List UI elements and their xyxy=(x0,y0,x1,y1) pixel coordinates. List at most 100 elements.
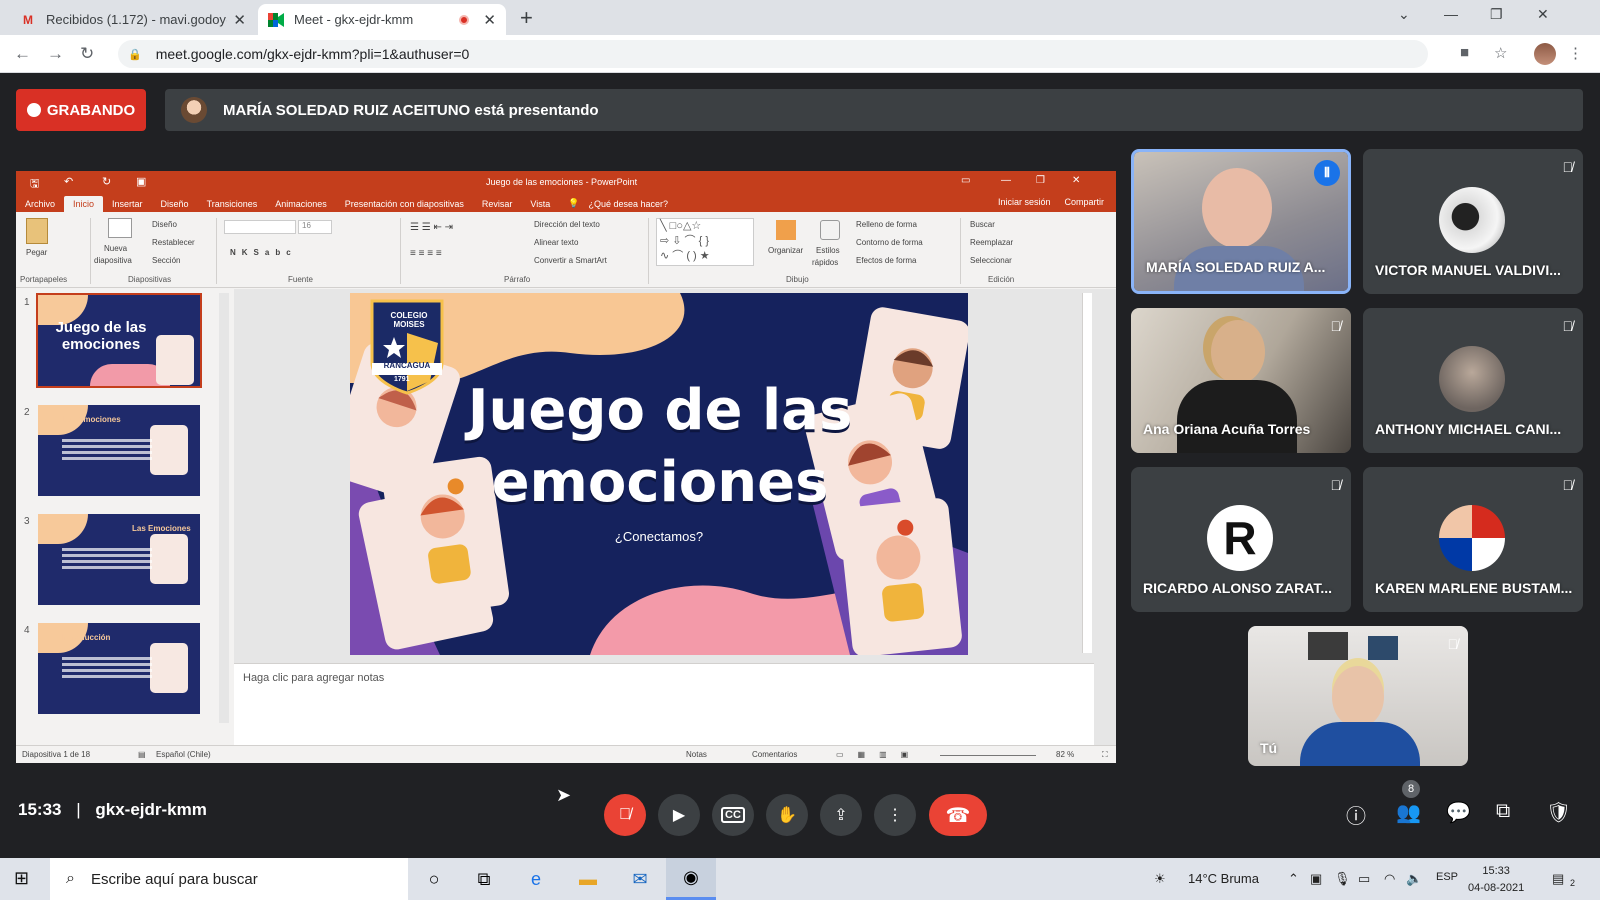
close-tab-icon[interactable]: ✕ xyxy=(483,11,496,29)
participant-face xyxy=(1211,320,1265,384)
slide-subtitle: ¿Conectamos? xyxy=(614,529,704,544)
muted-mic-icon: 🎙̸ xyxy=(619,806,631,823)
participant-tile[interactable]: 🎙̸ VICTOR MANUEL VALDIVI... xyxy=(1363,149,1583,294)
thumbnail-title: Introducción xyxy=(62,633,111,642)
chrome-icon[interactable]: ◉ xyxy=(666,858,716,900)
participant-tile[interactable]: ⦀ MARÍA SOLEDAD RUIZ A... xyxy=(1131,149,1351,294)
tray-device-icon: ▣ xyxy=(1310,871,1323,886)
url-input[interactable]: 🔒 meet.google.com/gkx-ejdr-kmm?pli=1&aut… xyxy=(118,40,1428,68)
windows-start-icon[interactable]: ⊞ xyxy=(14,868,29,889)
slide-scrollbar xyxy=(1082,293,1092,653)
self-view-tile[interactable]: 🎙̸ Tú xyxy=(1248,626,1468,766)
new-tab-button[interactable]: + xyxy=(520,5,533,31)
shared-screen-powerpoint: 🖫 ↶ ↻ ▣ Juego de las emociones - PowerPo… xyxy=(16,171,1116,763)
slide-number: 1 xyxy=(24,297,30,308)
edge-icon[interactable]: e xyxy=(522,866,550,892)
slide-number: 4 xyxy=(24,625,30,636)
menu-vista: Vista xyxy=(530,199,551,209)
wall-picture xyxy=(1308,632,1348,660)
info-icon[interactable]: ⓘ xyxy=(1346,800,1366,829)
muted-mic-icon: 🎙̸ xyxy=(1562,477,1574,493)
forward-icon[interactable]: → xyxy=(47,44,64,64)
ribbon-separator xyxy=(400,218,401,284)
speaking-indicator-icon: ⦀ xyxy=(1314,160,1340,186)
participant-tile[interactable]: 🎙̸ KAREN MARLENE BUSTAM... xyxy=(1363,467,1583,612)
mail-icon[interactable]: ✉ xyxy=(626,866,654,892)
more-options-button[interactable]: ⋮ xyxy=(874,794,916,836)
muted-mic-icon: 🎙̸ xyxy=(1447,636,1459,652)
reload-icon[interactable]: ↻ xyxy=(80,44,94,64)
address-bar-row: ← → ↻ 🔒 meet.google.com/gkx-ejdr-kmm?pli… xyxy=(0,35,1600,73)
participant-body xyxy=(1300,722,1420,766)
text-direction-label: Dirección del texto xyxy=(534,220,600,229)
people-icon[interactable]: 👥 xyxy=(1396,800,1421,825)
thumbnail-title: Las Emociones xyxy=(132,524,191,533)
activities-icon[interactable]: ⧉ xyxy=(1496,800,1510,823)
participant-avatar xyxy=(1439,187,1505,253)
select-label: Seleccionar xyxy=(970,256,1012,265)
participant-avatar: R xyxy=(1207,505,1273,571)
participant-tile[interactable]: 🎙̸ ANTHONY MICHAEL CANI... xyxy=(1363,308,1583,453)
participant-avatar xyxy=(1439,346,1505,412)
menu-kebab-icon[interactable]: ⋮ xyxy=(1568,44,1583,62)
presenter-avatar xyxy=(181,97,207,123)
recording-button[interactable]: GRABANDO xyxy=(16,89,146,131)
end-call-button[interactable]: ☎ xyxy=(929,794,987,836)
language-indicator[interactable]: ESP xyxy=(1436,871,1458,883)
menu-archivo: Archivo xyxy=(25,199,56,209)
ribbon-separator xyxy=(90,218,91,284)
tab-gmail[interactable]: M Recibidos (1.172) - mavi.godoy@ ✕ xyxy=(10,4,256,35)
group-dibujo: Dibujo xyxy=(786,275,809,284)
undo-icon: ↶ xyxy=(64,176,74,188)
meet-stage: GRABANDO MARÍA SOLEDAD RUIZ ACEITUNO est… xyxy=(0,73,1600,858)
host-controls-icon[interactable]: 🛡 xyxy=(1546,800,1571,825)
close-window-button[interactable]: ✕ xyxy=(1537,6,1549,23)
close-tab-icon[interactable]: ✕ xyxy=(233,11,246,29)
maximize-button[interactable]: ❐ xyxy=(1490,6,1503,23)
cortana-icon[interactable]: ○ xyxy=(420,866,448,892)
notification-count: 2 xyxy=(1570,878,1576,888)
task-view-icon[interactable]: ⧉ xyxy=(470,866,498,892)
participant-tile[interactable]: R 🎙̸ RICARDO ALONSO ZARAT... xyxy=(1131,467,1351,612)
bullets-icon: ☰ ☰ ⇤ ⇥ xyxy=(410,222,454,233)
ppt-ribbon: Pegar Portapapeles Nueva diapositiva Dis… xyxy=(16,212,1116,288)
taskbar-clock[interactable]: 15:33 04-08-2021 xyxy=(1468,863,1524,897)
file-explorer-icon[interactable]: ▬ xyxy=(574,866,602,892)
tab-search-icon[interactable]: ⌄ xyxy=(1398,6,1410,23)
bookmark-star-icon[interactable]: ☆ xyxy=(1494,44,1507,62)
ribbon-separator xyxy=(960,218,961,284)
layout-label: Diseño xyxy=(152,220,177,229)
tray-mic-icon: 🎙 xyxy=(1334,871,1351,886)
chat-icon[interactable]: 💬 xyxy=(1446,800,1471,825)
notes-placeholder: Haga clic para agregar notas xyxy=(243,672,385,684)
present-button[interactable]: ⇪ xyxy=(820,794,862,836)
notifications-icon[interactable]: ▤ xyxy=(1552,871,1564,887)
volume-icon: 🔈 xyxy=(1406,871,1423,886)
group-edicion: Edición xyxy=(988,275,1015,284)
participant-face xyxy=(1202,168,1272,248)
back-icon[interactable]: ← xyxy=(14,44,31,64)
minimize-button[interactable]: — xyxy=(1444,6,1458,22)
muted-mic-icon: 🎙̸ xyxy=(1562,318,1574,334)
fit-slide-icon: ⛶ xyxy=(1102,750,1108,759)
profile-avatar[interactable] xyxy=(1534,43,1556,65)
captions-button[interactable]: CC xyxy=(712,794,754,836)
start-slideshow-icon: ▣ xyxy=(136,176,147,188)
zoom-slider xyxy=(940,755,1036,756)
camera-icon[interactable]: ■ xyxy=(1460,44,1469,61)
tray-chevron-icon[interactable]: ⌃ xyxy=(1288,871,1299,887)
participant-tile[interactable]: 🎙̸ Ana Oriana Acuña Torres xyxy=(1131,308,1351,453)
thumbnail-title: Juego de las emociones xyxy=(55,319,147,353)
mic-toggle-button[interactable]: 🎙̸ xyxy=(604,794,646,836)
styles-label-2: rápidos xyxy=(812,258,839,267)
participant-name: Ana Oriana Acuña Torres xyxy=(1143,421,1311,437)
menu-inicio: Inicio xyxy=(64,196,104,212)
lightbulb-icon: 💡 xyxy=(568,198,580,208)
participant-count-badge: 8 xyxy=(1402,780,1420,798)
camera-toggle-button[interactable]: ▶ xyxy=(658,794,700,836)
tab-meet[interactable]: Meet - gkx-ejdr-kmm ✕ xyxy=(258,4,506,35)
outline-label: Contorno de forma xyxy=(856,238,923,247)
font-family-field xyxy=(224,220,296,234)
raise-hand-button[interactable]: ✋ xyxy=(766,794,808,836)
taskbar-search-input[interactable]: ⌕ Escribe aquí para buscar xyxy=(50,858,408,900)
